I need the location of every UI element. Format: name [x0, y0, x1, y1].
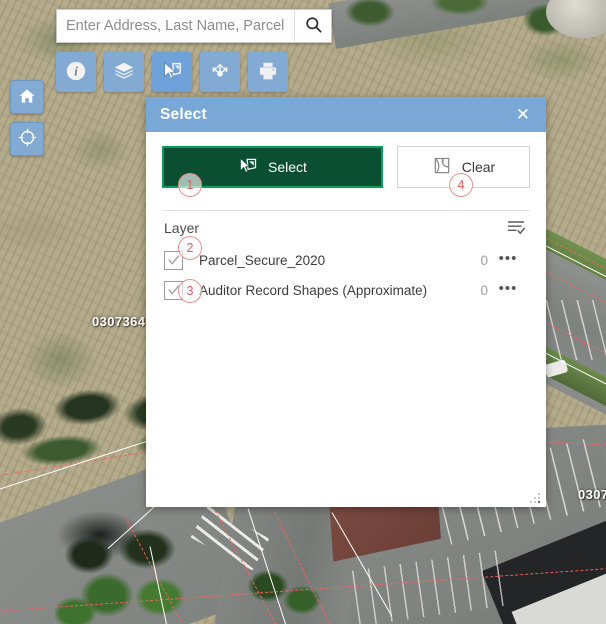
map-tree-cluster	[55, 525, 205, 624]
layer-header-label: Layer	[164, 220, 200, 236]
panel-title: Select	[160, 105, 207, 123]
layer-name: Parcel_Secure_2020	[199, 252, 326, 268]
select-tool-button[interactable]	[152, 52, 192, 92]
select-panel-actions: Select Clear	[162, 146, 530, 188]
layer-name: Auditor Record Shapes (Approximate)	[199, 282, 428, 298]
map-parcel-label: 0307	[578, 487, 606, 502]
layers-icon	[113, 60, 135, 85]
search-button[interactable]	[294, 9, 332, 43]
select-rectangle-icon	[238, 156, 258, 179]
map-toolbar: i	[56, 52, 288, 92]
layer-list-header: Layer	[162, 211, 530, 245]
select-panel-body: Select Clear Layer Parcel_Secure_2020 0 …	[146, 132, 546, 507]
share-tool-button[interactable]	[200, 52, 240, 92]
layer-options-icon	[506, 217, 526, 240]
panel-resize-handle[interactable]	[529, 491, 541, 504]
layer-row[interactable]: Parcel_Secure_2020 0 •••	[162, 245, 530, 275]
search-input[interactable]	[56, 9, 294, 43]
select-button[interactable]: Select	[162, 146, 383, 188]
print-tool-button[interactable]	[248, 52, 288, 92]
layer-menu-button[interactable]: •••	[488, 251, 528, 270]
search-bar	[56, 9, 332, 43]
map-application: 0307364 0307 i	[0, 0, 606, 624]
layer-feature-count: 0	[480, 282, 488, 298]
layers-tool-button[interactable]	[104, 52, 144, 92]
search-icon	[304, 15, 323, 37]
info-icon: i	[65, 60, 87, 85]
clear-button-label: Clear	[461, 159, 496, 175]
clear-selection-icon	[432, 156, 452, 179]
close-icon[interactable]: ✕	[512, 104, 534, 125]
select-panel: Select ✕ Select Clear Layer Parcel_Secur…	[146, 97, 546, 507]
svg-text:i: i	[74, 64, 78, 78]
locate-icon	[18, 128, 37, 150]
share-icon	[209, 60, 231, 85]
home-icon	[18, 87, 36, 108]
map-navigation-controls	[10, 80, 44, 156]
print-icon	[257, 60, 279, 85]
map-parcel-label: 0307364	[92, 314, 146, 329]
layer-options-button[interactable]	[504, 215, 528, 242]
select-panel-titlebar: Select ✕	[146, 97, 546, 132]
select-icon	[161, 60, 183, 85]
info-tool-button[interactable]: i	[56, 52, 96, 92]
clear-button[interactable]: Clear	[397, 146, 530, 188]
layer-feature-count: 0	[480, 252, 488, 268]
layer-menu-button[interactable]: •••	[488, 281, 528, 300]
home-button[interactable]	[10, 80, 44, 114]
select-button-label: Select	[268, 159, 307, 175]
layer-checkbox[interactable]	[164, 250, 183, 270]
locate-button[interactable]	[10, 122, 44, 156]
map-parking-stripes-right	[545, 300, 606, 360]
layer-checkbox[interactable]	[164, 280, 183, 300]
layer-row[interactable]: Auditor Record Shapes (Approximate) 0 ••…	[162, 275, 530, 305]
